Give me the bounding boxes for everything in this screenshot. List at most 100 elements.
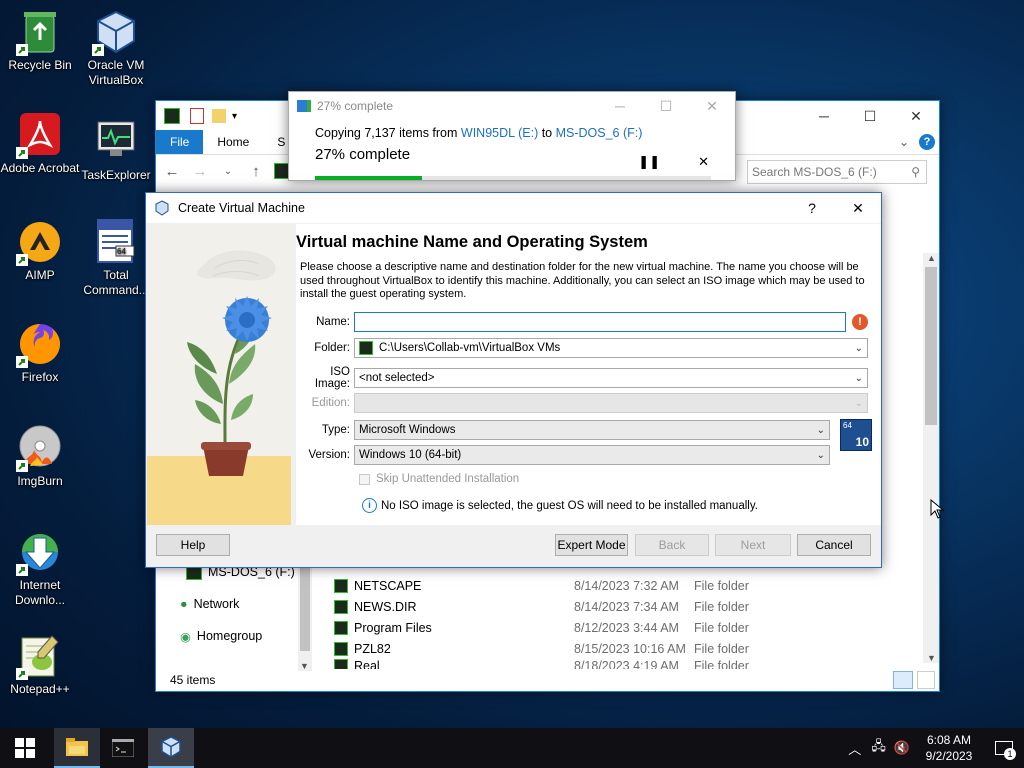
help-question-button[interactable]: ? <box>789 193 835 223</box>
list-item[interactable]: NETSCAPE 8/14/2023 7:32 AM File folder <box>334 575 924 596</box>
virtualbox-icon <box>92 8 140 56</box>
virtualbox-icon <box>161 736 181 758</box>
shortcut-arrow-icon <box>16 147 28 159</box>
close-button[interactable]: ✕ <box>689 92 735 120</box>
search-icon: ⚲ <box>911 165 920 179</box>
scroll-down-arrow-icon[interactable]: ▼ <box>927 653 936 663</box>
desktop-icon-idm[interactable]: Internet Downlo... <box>0 528 80 608</box>
cancel-button[interactable]: Cancel <box>797 534 871 556</box>
maximize-button[interactable]: ☐ <box>847 101 893 131</box>
network-icon: ● <box>180 597 188 611</box>
dest-link[interactable]: MS-DOS_6 (F:) <box>556 126 643 140</box>
list-item[interactable]: Real 8/18/2023 4:19 AM File folder <box>334 659 924 669</box>
maximize-button[interactable]: ☐ <box>643 92 689 120</box>
skip-unattended-checkbox[interactable]: Skip Unattended Installation <box>359 473 519 485</box>
desktop-icon-label: Notepad++ <box>10 682 70 696</box>
version-label: Version: <box>308 449 350 461</box>
chevron-down-icon: ⌄ <box>854 343 863 354</box>
shortcut-arrow-icon <box>16 668 28 680</box>
scroll-down-arrow-icon[interactable]: ▼ <box>300 661 309 671</box>
desktop-icon-total-commander[interactable]: 64 Total Command... <box>76 218 156 298</box>
nav-item-network[interactable]: ● Network <box>156 593 298 615</box>
wizard-page: Virtual machine Name and Operating Syste… <box>296 224 881 526</box>
shortcut-arrow-icon <box>16 356 28 368</box>
page-description: Please choose a descriptive name and des… <box>300 261 865 300</box>
back-button[interactable]: Back <box>635 534 709 556</box>
search-placeholder: Search MS-DOS_6 (F:) <box>752 165 877 179</box>
desktop-icon-task-explorer[interactable]: TaskExplorer <box>76 118 156 183</box>
show-hidden-icons-chevron-icon[interactable]: ︿ <box>842 739 867 758</box>
shortcut-arrow-icon <box>92 44 104 56</box>
desktop-icon-label: TaskExplorer <box>81 168 151 182</box>
back-arrow-icon[interactable]: ← <box>162 163 182 180</box>
create-vm-dialog: Create Virtual Machine ? ✕ Virtual machi… <box>145 192 882 568</box>
folder-select[interactable]: C:\Users\Collab-vm\VirtualBox VMs ⌄ <box>354 338 868 358</box>
taskbar-terminal[interactable] <box>100 728 146 768</box>
list-item[interactable]: NEWS.DIR 8/14/2023 7:34 AM File folder <box>334 596 924 617</box>
help-button[interactable]: Help <box>156 534 230 556</box>
drive-app-icon <box>164 108 180 124</box>
nav-item-homegroup[interactable]: ◉ Homegroup <box>156 625 298 647</box>
firefox-icon <box>16 320 64 368</box>
action-center-button[interactable]: 1 <box>984 728 1024 768</box>
clock[interactable]: 6:08 AM 9/2/2023 <box>914 732 984 764</box>
desktop-icon-label: Total Command... <box>83 268 149 297</box>
desktop-icon-imgburn[interactable]: ImgBurn <box>0 424 80 489</box>
scroll-up-arrow-icon[interactable]: ▲ <box>927 253 936 263</box>
next-button[interactable]: Next <box>715 534 791 556</box>
type-select[interactable]: Microsoft Windows ⌄ <box>354 420 830 440</box>
page-title: Virtual machine Name and Operating Syste… <box>296 233 648 251</box>
task-explorer-icon <box>92 118 140 166</box>
recent-dropdown-icon[interactable]: ⌄ <box>218 166 238 177</box>
desktop-icon-notepadpp[interactable]: Notepad++ <box>0 632 80 697</box>
forward-arrow-icon[interactable]: → <box>190 163 210 180</box>
minimize-button[interactable]: ─ <box>597 92 643 120</box>
new-folder-icon[interactable] <box>212 109 226 123</box>
chevron-down-icon: ⌄ <box>816 450 825 461</box>
tab-file[interactable]: File <box>156 130 204 154</box>
pause-button[interactable]: ❚❚ <box>638 154 660 170</box>
notification-count-badge: 1 <box>1004 748 1016 760</box>
details-view-button[interactable] <box>893 671 913 689</box>
start-button[interactable] <box>2 728 48 768</box>
expand-ribbon-icon[interactable]: ⌄ <box>899 135 909 149</box>
desktop-icon-recycle-bin[interactable]: Recycle Bin <box>0 8 80 73</box>
version-row: Version: Windows 10 (64-bit) ⌄ <box>296 445 876 465</box>
list-item[interactable]: PZL82 8/15/2023 10:16 AM File folder <box>334 638 924 659</box>
iso-select[interactable]: <not selected> ⌄ <box>354 368 868 388</box>
properties-icon[interactable] <box>190 108 204 124</box>
folder-icon <box>334 620 348 635</box>
scrollbar-thumb[interactable] <box>925 267 937 425</box>
large-icons-view-button[interactable] <box>917 671 935 689</box>
search-input[interactable]: Search MS-DOS_6 (F:) ⚲ <box>747 160 927 184</box>
chevron-down-icon: ⌄ <box>854 398 863 409</box>
taskbar-virtualbox[interactable] <box>148 728 194 768</box>
desktop-icon-label: Internet Downlo... <box>14 578 66 607</box>
info-icon: i <box>362 498 377 513</box>
tab-home[interactable]: Home <box>203 130 263 154</box>
desktop-icon-acrobat[interactable]: Adobe Acrobat <box>0 111 80 176</box>
name-input[interactable] <box>354 312 846 332</box>
dialog-title-bar: Create Virtual Machine <box>146 193 881 223</box>
network-status-icon[interactable]: 🖧 <box>867 737 890 759</box>
quick-access-dropdown-icon[interactable]: ▾ <box>232 111 237 122</box>
file-list-scrollbar[interactable]: ▲ ▼ <box>923 253 939 663</box>
version-select[interactable]: Windows 10 (64-bit) ⌄ <box>354 445 830 465</box>
volume-muted-icon[interactable]: 🔇 <box>890 740 914 756</box>
up-arrow-icon[interactable]: ↑ <box>246 163 266 180</box>
source-link[interactable]: WIN95DL (E:) <box>461 126 538 140</box>
close-button[interactable]: ✕ <box>893 101 939 131</box>
iso-row: ISO Image: <not selected> ⌄ <box>296 366 876 390</box>
help-icon[interactable]: ? <box>919 134 935 150</box>
copy-progress-bar <box>315 176 711 180</box>
desktop-icon-virtualbox[interactable]: Oracle VM VirtualBox <box>76 8 156 88</box>
minimize-button[interactable]: ─ <box>801 101 847 131</box>
list-item[interactable]: Program Files 8/12/2023 3:44 AM File fol… <box>334 617 924 638</box>
expert-mode-button[interactable]: Expert Mode <box>555 534 628 556</box>
close-button[interactable]: ✕ <box>835 193 881 223</box>
cancel-copy-button[interactable]: ✕ <box>698 154 709 170</box>
desktop-icon-label: AIMP <box>25 268 55 282</box>
taskbar-file-explorer[interactable] <box>54 728 100 768</box>
desktop-icon-firefox[interactable]: Firefox <box>0 320 80 385</box>
desktop-icon-aimp[interactable]: AIMP <box>0 218 80 283</box>
